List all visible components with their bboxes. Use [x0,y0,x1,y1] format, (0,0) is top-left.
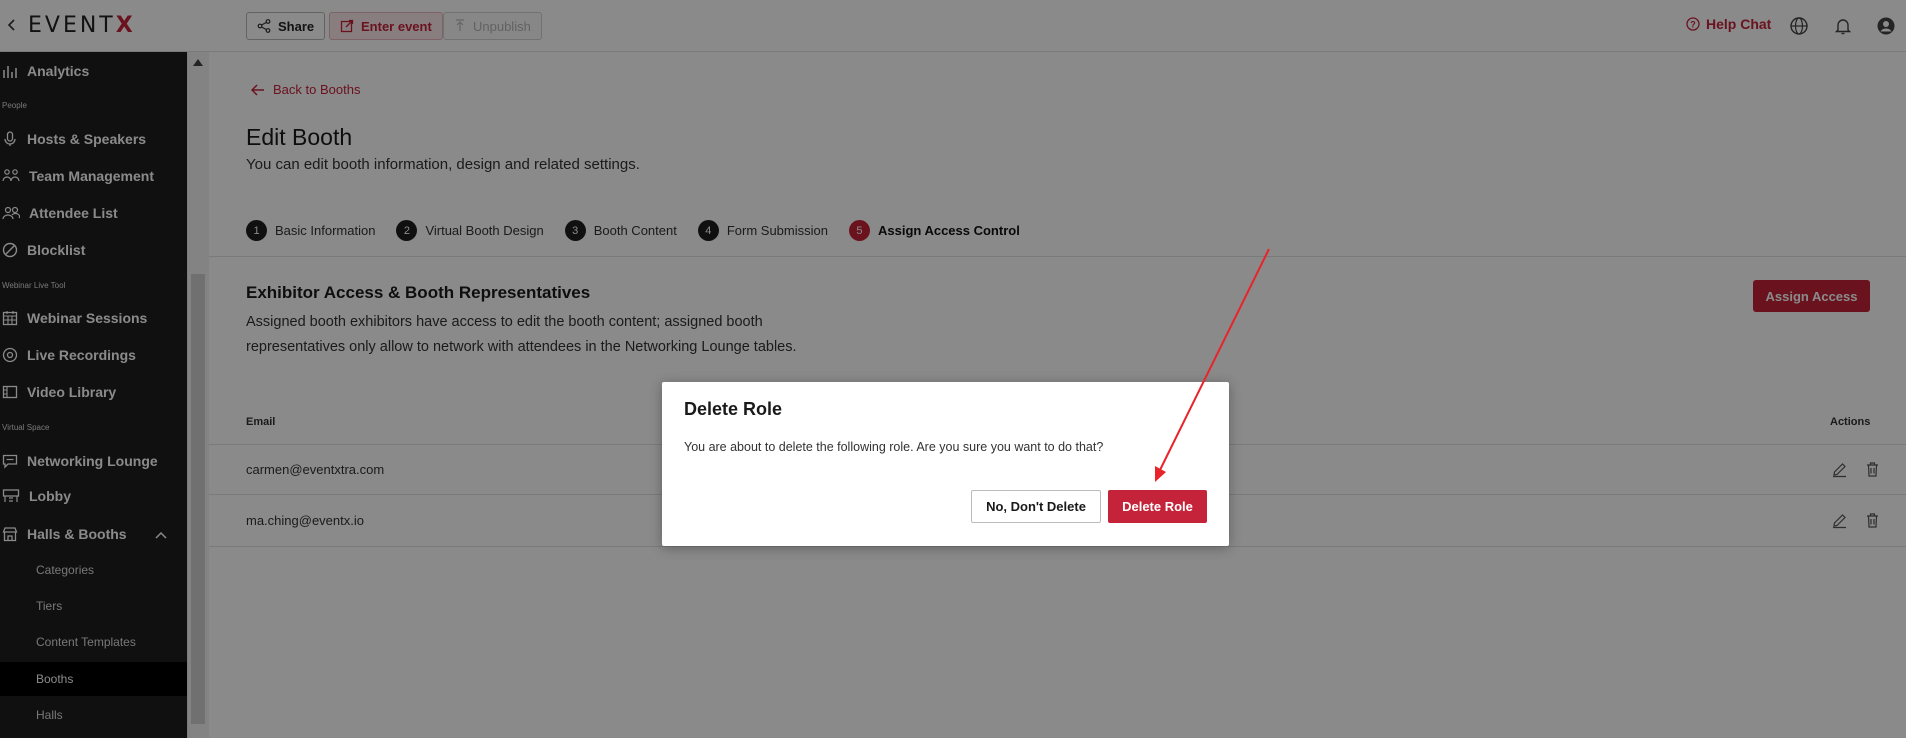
delete-role-dialog: Delete Role You are about to delete the … [662,382,1229,546]
dialog-title: Delete Role [684,399,783,419]
cancel-delete-button[interactable]: No, Don't Delete [971,490,1101,523]
confirm-delete-role-button[interactable]: Delete Role [1108,490,1207,523]
dialog-message: You are about to delete the following ro… [684,440,1104,454]
modal-backdrop[interactable] [0,0,1906,738]
